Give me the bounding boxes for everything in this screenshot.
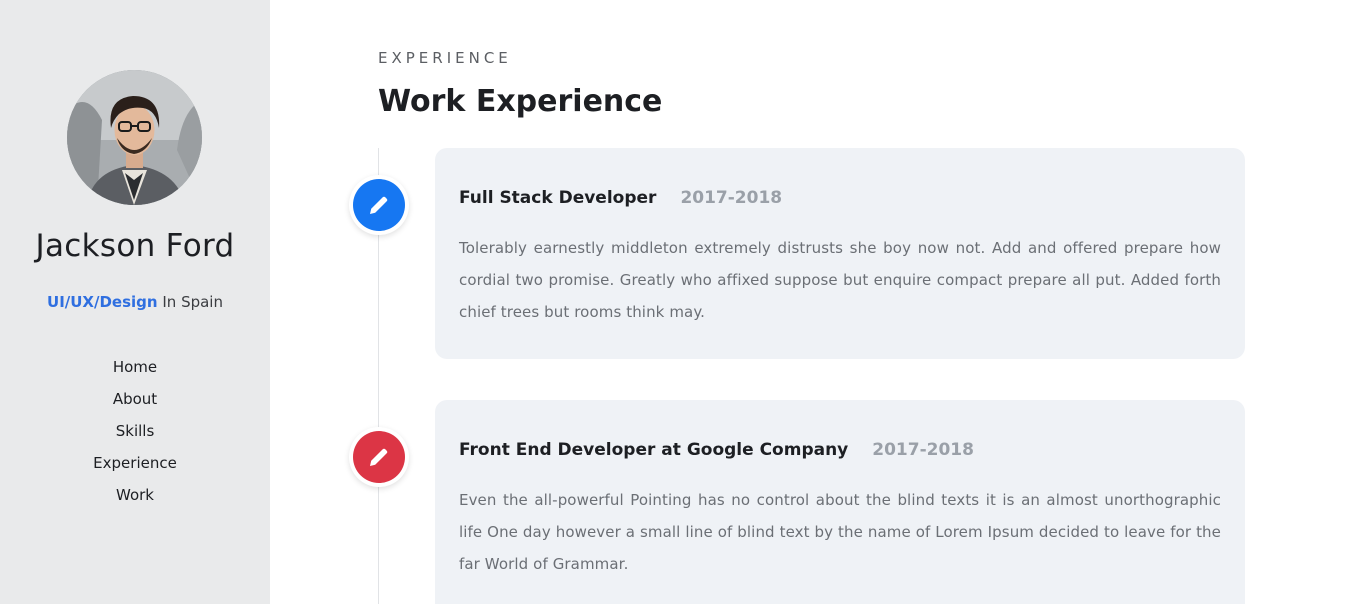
pencil-icon xyxy=(353,179,405,231)
nav-item-skills[interactable]: Skills xyxy=(0,420,270,452)
experience-header: Front End Developer at Google Company 20… xyxy=(459,440,1221,468)
nav-item-experience[interactable]: Experience xyxy=(0,452,270,484)
experience-card: Full Stack Developer 2017-2018 Tolerably… xyxy=(435,148,1245,359)
experience-title: Full Stack Developer xyxy=(459,188,657,208)
profile-location: In Spain xyxy=(162,293,223,311)
avatar xyxy=(67,70,202,205)
section-title: Work Experience xyxy=(378,84,663,119)
timeline-marker xyxy=(349,427,409,487)
sidebar: Jackson Ford UI/UX/Design In Spain Home … xyxy=(0,0,270,604)
avatar-photo xyxy=(67,70,202,205)
profile-role[interactable]: UI/UX/Design xyxy=(47,293,158,311)
experience-header: Full Stack Developer 2017-2018 xyxy=(459,188,1221,216)
experience-card: Front End Developer at Google Company 20… xyxy=(435,400,1245,604)
experience-description: Even the all-powerful Pointing has no co… xyxy=(459,491,1221,573)
experience-years: 2017-2018 xyxy=(872,440,974,460)
pencil-icon xyxy=(353,431,405,483)
experience-title: Front End Developer at Google Company xyxy=(459,440,849,460)
profile-tagline: UI/UX/Design In Spain xyxy=(0,293,270,311)
experience-description: Tolerably earnestly middleton extremely … xyxy=(459,239,1221,321)
nav-item-about[interactable]: About xyxy=(0,388,270,420)
section-label: EXPERIENCE xyxy=(378,49,512,67)
profile-name: Jackson Ford xyxy=(35,228,235,264)
nav-item-home[interactable]: Home xyxy=(0,356,270,388)
timeline-marker xyxy=(349,175,409,235)
sidebar-nav: Home About Skills Experience Work xyxy=(0,356,270,516)
nav-item-work[interactable]: Work xyxy=(0,484,270,516)
experience-years: 2017-2018 xyxy=(680,188,783,208)
